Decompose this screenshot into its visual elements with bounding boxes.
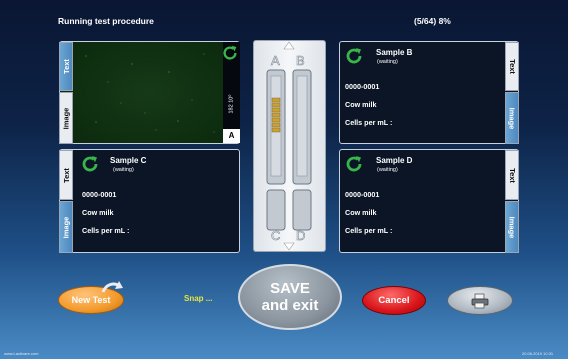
image-side-value: 182 10⁰ <box>228 94 235 114</box>
sample-b-cells: Cells per mL : <box>345 118 393 127</box>
tab-image-a[interactable]: Image <box>59 92 73 144</box>
sample-a-panel: Text Image 182 10⁰ A <box>59 41 240 144</box>
print-button[interactable] <box>447 286 513 315</box>
refresh-icon[interactable] <box>80 154 100 174</box>
footer-timestamp: 20.06.2019 10:31 <box>522 351 554 356</box>
sample-d-status: (waiting) <box>377 167 398 173</box>
refresh-icon[interactable] <box>344 154 364 174</box>
image-side-strip: 182 10⁰ A <box>223 42 240 143</box>
tab-text-d[interactable]: Text <box>505 150 519 200</box>
sample-b-panel: Sample B (waiting) 0000-0001 Cow milk Ce… <box>339 41 519 144</box>
microscope-image <box>74 42 223 143</box>
sample-c-type: Cow milk <box>82 208 114 217</box>
sample-d-name: Sample D <box>376 156 413 165</box>
sample-c-panel: Text Image Sample C (waiting) 0000-0001 … <box>59 149 240 253</box>
sample-d-id: 0000-0001 <box>345 190 380 199</box>
cancel-button[interactable]: Cancel <box>362 286 426 315</box>
progress-text: (5/64) 8% <box>414 16 451 26</box>
slot-label-d: D <box>296 228 306 244</box>
sample-d-type: Cow milk <box>345 208 377 217</box>
position-label-a: A <box>223 129 240 143</box>
tab-image-c[interactable]: Image <box>59 201 73 253</box>
tab-text-a[interactable]: Text <box>59 42 73 91</box>
footer-website: www.Lacticare.com <box>4 351 39 356</box>
tab-text-b[interactable]: Text <box>505 42 519 91</box>
sample-d-panel: Sample D (waiting) 0000-0001 Cow milk Ce… <box>339 149 519 253</box>
sample-d-cells: Cells per mL : <box>345 226 393 235</box>
sample-b-id: 0000-0001 <box>345 82 380 91</box>
refresh-icon[interactable] <box>344 46 364 66</box>
tab-image-b[interactable]: Image <box>505 92 519 144</box>
sample-c-status: (waiting) <box>113 167 134 173</box>
tab-image-d[interactable]: Image <box>505 201 519 253</box>
page-title: Running test procedure <box>58 16 154 26</box>
sample-c-name: Sample C <box>110 156 147 165</box>
sample-b-status: (waiting) <box>377 59 398 65</box>
printer-icon <box>471 293 489 308</box>
tab-text-c[interactable]: Text <box>59 150 73 200</box>
sample-b-type: Cow milk <box>345 100 377 109</box>
sample-c-id: 0000-0001 <box>82 190 117 199</box>
sample-cassette: A B C D <box>253 40 326 252</box>
slot-label-c: C <box>271 228 281 244</box>
slot-label-b: B <box>296 53 305 69</box>
sample-b-name: Sample B <box>376 48 413 57</box>
slot-label-a: A <box>271 53 280 69</box>
snap-link[interactable]: Snap ... <box>184 294 212 303</box>
save-and-exit-button[interactable]: SAVE and exit <box>238 264 342 330</box>
refresh-icon[interactable] <box>221 44 239 62</box>
sample-c-cells: Cells per mL : <box>82 226 130 235</box>
new-test-arrow-icon <box>101 281 123 293</box>
